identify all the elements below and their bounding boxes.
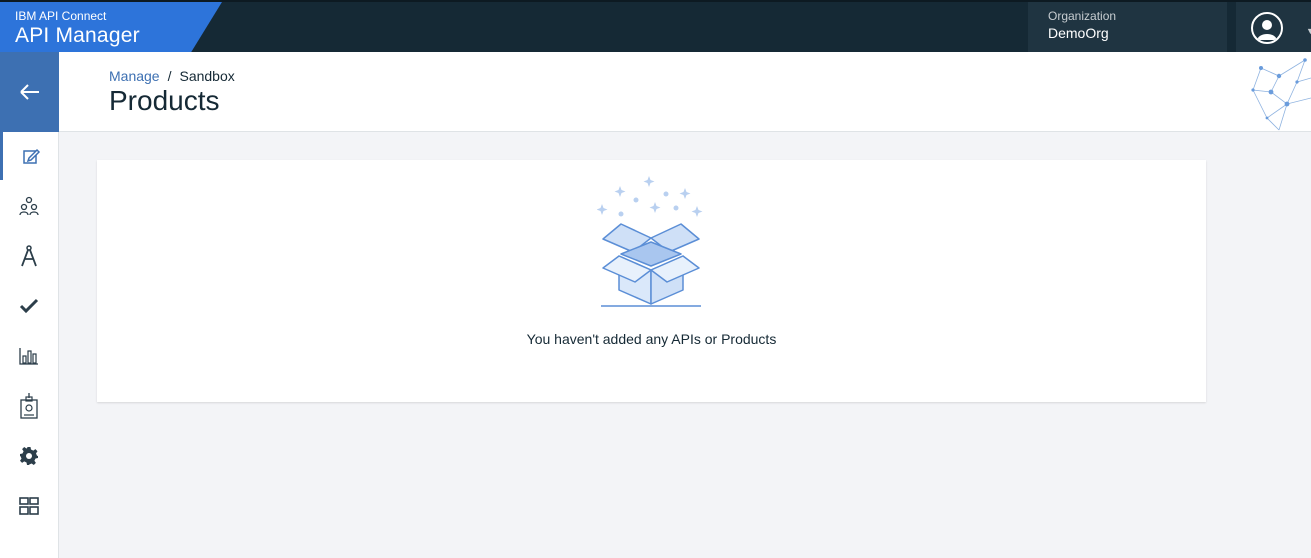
chevron-down-icon[interactable]: ▼ <box>1306 26 1311 36</box>
top-bar: IBM API Connect API Manager Organization… <box>0 0 1311 54</box>
products-card: You haven't added any APIs or Products <box>97 160 1206 402</box>
bar-chart-icon <box>19 348 38 365</box>
id-badge-icon <box>20 393 38 419</box>
nav-settings[interactable] <box>0 432 58 480</box>
network-decoration-icon <box>1251 58 1311 131</box>
community-icon <box>19 196 39 216</box>
brand[interactable]: IBM API Connect API Manager <box>0 2 225 54</box>
nav-manage[interactable] <box>0 182 58 230</box>
nav-analytics[interactable] <box>0 332 58 380</box>
brand-product-name: IBM API Connect <box>15 9 107 23</box>
open-box-icon <box>597 176 703 307</box>
breadcrumb: Manage / Sandbox <box>109 68 235 84</box>
nav-drafts[interactable] <box>0 232 58 280</box>
brand-title: API Manager <box>15 24 140 47</box>
back-button[interactable] <box>0 52 59 132</box>
user-menu[interactable]: ▼ <box>1236 2 1311 54</box>
empty-state-message: You haven't added any APIs or Products <box>526 331 777 347</box>
breadcrumb-link-manage[interactable]: Manage <box>109 68 160 84</box>
user-avatar-icon[interactable] <box>1251 12 1283 44</box>
gear-icon <box>20 447 38 465</box>
nav-members[interactable] <box>0 382 58 430</box>
nav-tasks[interactable] <box>0 282 58 330</box>
breadcrumb-separator: / <box>167 68 172 84</box>
nav-develop[interactable] <box>0 132 58 180</box>
checkmark-icon <box>19 298 39 314</box>
organization-label: Organization <box>1048 9 1117 23</box>
left-nav <box>0 52 59 558</box>
arrow-left-icon <box>19 84 39 100</box>
compass-icon <box>21 245 37 267</box>
nav-dashboard[interactable] <box>0 482 58 530</box>
organization-selector[interactable]: Organization DemoOrg <box>1028 2 1227 54</box>
organization-value: DemoOrg <box>1048 25 1109 41</box>
page-title: Products <box>109 85 220 116</box>
edit-icon <box>22 148 40 164</box>
grid-icon <box>19 497 39 515</box>
page-header: Manage / Sandbox Products <box>59 52 1311 132</box>
breadcrumb-current: Sandbox <box>179 68 235 84</box>
